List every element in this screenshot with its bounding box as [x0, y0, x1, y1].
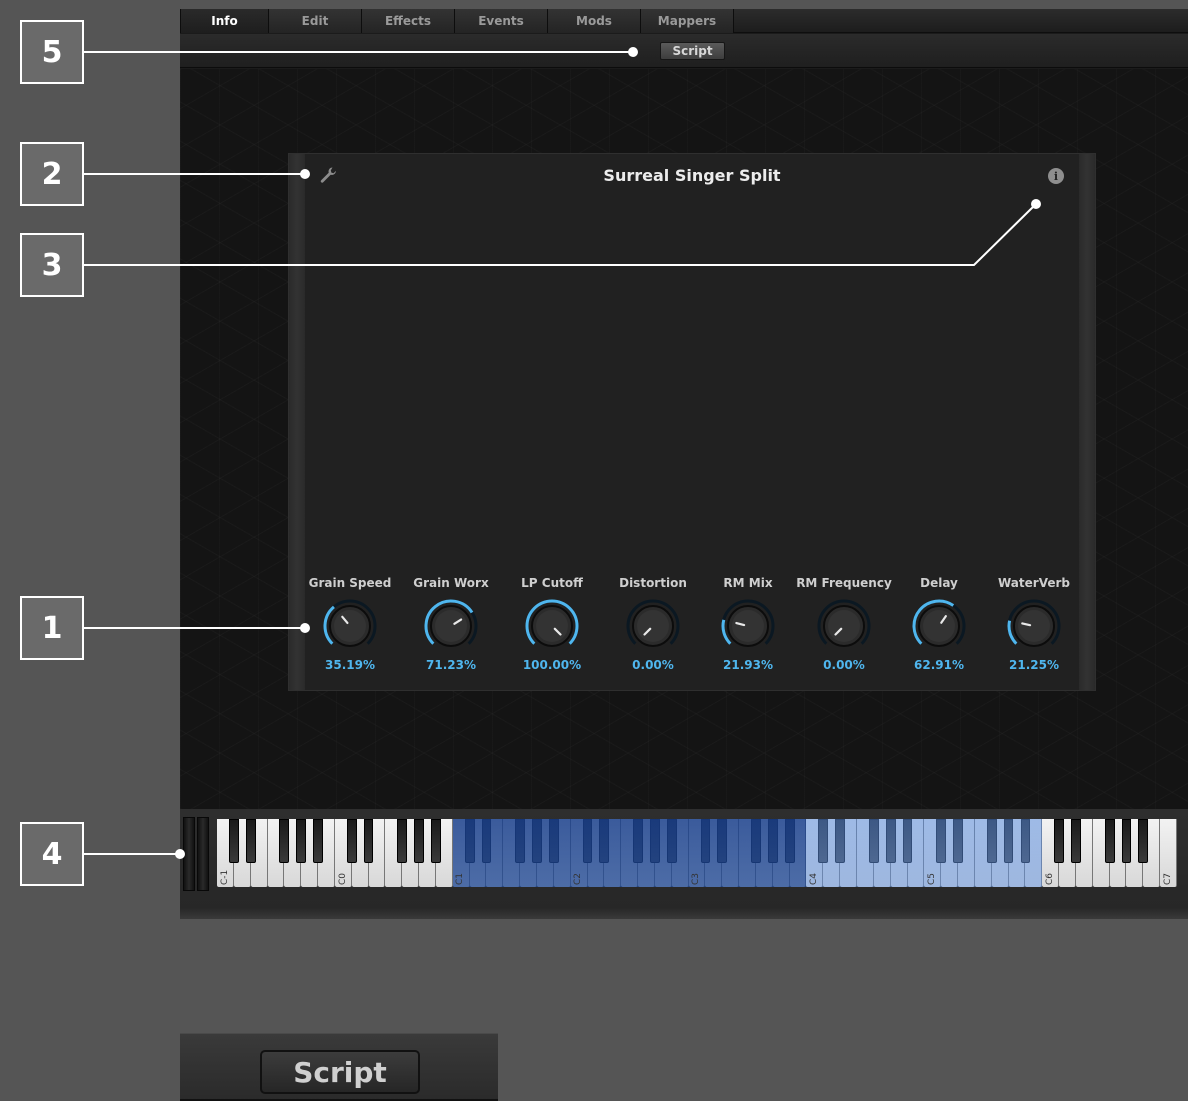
tab-mods[interactable]: Mods: [548, 9, 641, 33]
knob-label: LP Cutoff: [521, 576, 583, 590]
knob-label: Delay: [920, 576, 958, 590]
script-button[interactable]: Script: [660, 42, 725, 60]
knob-label: WaterVerb: [998, 576, 1070, 590]
tab-mappers[interactable]: Mappers: [641, 9, 734, 33]
knob-grain-worx: Grain Worx 71.23%: [401, 576, 501, 672]
black-key[interactable]: [397, 819, 408, 863]
black-key[interactable]: [1138, 819, 1149, 863]
knob-dial[interactable]: [718, 596, 778, 656]
black-key[interactable]: [1121, 819, 1132, 863]
keyboard-strip: C-1 C0 C1 C2 C3 C4 C5 C6 C7: [180, 809, 1188, 919]
knob-value: 0.00%: [823, 658, 865, 672]
knob-waterverb: WaterVerb 21.25%: [984, 576, 1084, 672]
black-key[interactable]: [346, 819, 357, 863]
octave-label: C4: [809, 872, 820, 885]
knob-label: Distortion: [619, 576, 687, 590]
knob-value: 21.25%: [1009, 658, 1059, 672]
mod-wheel[interactable]: [197, 817, 209, 891]
knob-value: 100.00%: [522, 658, 582, 672]
black-key[interactable]: [363, 819, 374, 863]
knob-value: 62.91%: [914, 658, 964, 672]
callout-4: 4: [20, 822, 84, 886]
knob-dial[interactable]: [814, 596, 874, 656]
knob-rm-mix: RM Mix 21.93%: [698, 576, 798, 672]
black-key[interactable]: [414, 819, 424, 863]
black-key[interactable]: [228, 819, 239, 863]
script-zoom-inset: Script: [180, 1033, 498, 1101]
knob-dial[interactable]: [522, 596, 582, 656]
knob-value: 21.93%: [723, 658, 773, 672]
knob-lp-cutoff: LP Cutoff 100.00%: [502, 576, 602, 672]
knob-dial[interactable]: [909, 596, 969, 656]
knob-label: RM Mix: [723, 576, 773, 590]
octave-label: C1: [455, 872, 466, 885]
callout-1: 1: [20, 596, 84, 660]
black-key[interactable]: [1104, 819, 1115, 863]
app-window: Info Edit Effects Events Mods Mappers Sc…: [180, 9, 1188, 919]
octave-label: C2: [573, 872, 584, 885]
mod-wheels: [183, 817, 211, 891]
knob-delay: Delay 62.91%: [889, 576, 989, 672]
info-icon[interactable]: i: [1048, 168, 1064, 184]
knob-grain-speed: Grain Speed 35.19%: [300, 576, 400, 672]
knob-dial[interactable]: [421, 596, 481, 656]
knob-value: 71.23%: [426, 658, 476, 672]
knob-dial[interactable]: [320, 596, 380, 656]
knob-dial[interactable]: [1004, 596, 1064, 656]
pitch-wheel[interactable]: [183, 817, 195, 891]
key-range-zone-2: [806, 819, 1043, 887]
octave-label: C-1: [219, 869, 230, 885]
tab-info[interactable]: Info: [180, 9, 269, 33]
knob-distortion: Distortion 0.00%: [603, 576, 703, 672]
black-key[interactable]: [279, 819, 290, 863]
callout-2: 2: [20, 142, 84, 206]
knob-rm-frequency: RM Frequency 0.00%: [794, 576, 894, 672]
octave-label: C6: [1044, 872, 1055, 885]
script-button-zoomed[interactable]: Script: [260, 1050, 420, 1094]
instrument-title: Surreal Singer Split: [603, 166, 781, 185]
tab-events[interactable]: Events: [455, 9, 548, 33]
black-key[interactable]: [431, 819, 441, 863]
black-key[interactable]: [313, 819, 323, 863]
instrument-panel: Surreal Singer Split i Grain Speed 35.19%…: [288, 153, 1096, 691]
octave-label: C0: [337, 872, 348, 885]
black-key[interactable]: [1071, 819, 1081, 863]
knob-value: 35.19%: [325, 658, 375, 672]
knob-label: Grain Speed: [308, 576, 392, 590]
knob-dial[interactable]: [623, 596, 683, 656]
callout-5: 5: [20, 20, 84, 84]
sub-toolbar: Script: [180, 34, 1188, 68]
octave-label: C3: [691, 872, 702, 885]
knob-value: 0.00%: [632, 658, 674, 672]
key-range-zone-1: [452, 819, 807, 887]
piano-keyboard[interactable]: C-1 C0 C1 C2 C3 C4 C5 C6 C7: [217, 819, 1177, 887]
knob-label: RM Frequency: [796, 576, 892, 590]
instrument-area: Surreal Singer Split i Grain Speed 35.19%…: [180, 69, 1188, 809]
knob-label: Grain Worx: [413, 576, 489, 590]
black-key[interactable]: [245, 819, 256, 863]
tab-bar: Info Edit Effects Events Mods Mappers: [180, 9, 1188, 33]
octave-label: C7: [1162, 872, 1173, 885]
tab-effects[interactable]: Effects: [362, 9, 455, 33]
black-key[interactable]: [1054, 819, 1064, 863]
octave-label: C5: [927, 872, 937, 885]
tab-edit[interactable]: Edit: [269, 9, 362, 33]
black-key[interactable]: [296, 819, 307, 863]
callout-3: 3: [20, 233, 84, 297]
knob-row: Grain Speed 35.19% Grain Worx 71.23% LP Cuto…: [289, 576, 1095, 686]
